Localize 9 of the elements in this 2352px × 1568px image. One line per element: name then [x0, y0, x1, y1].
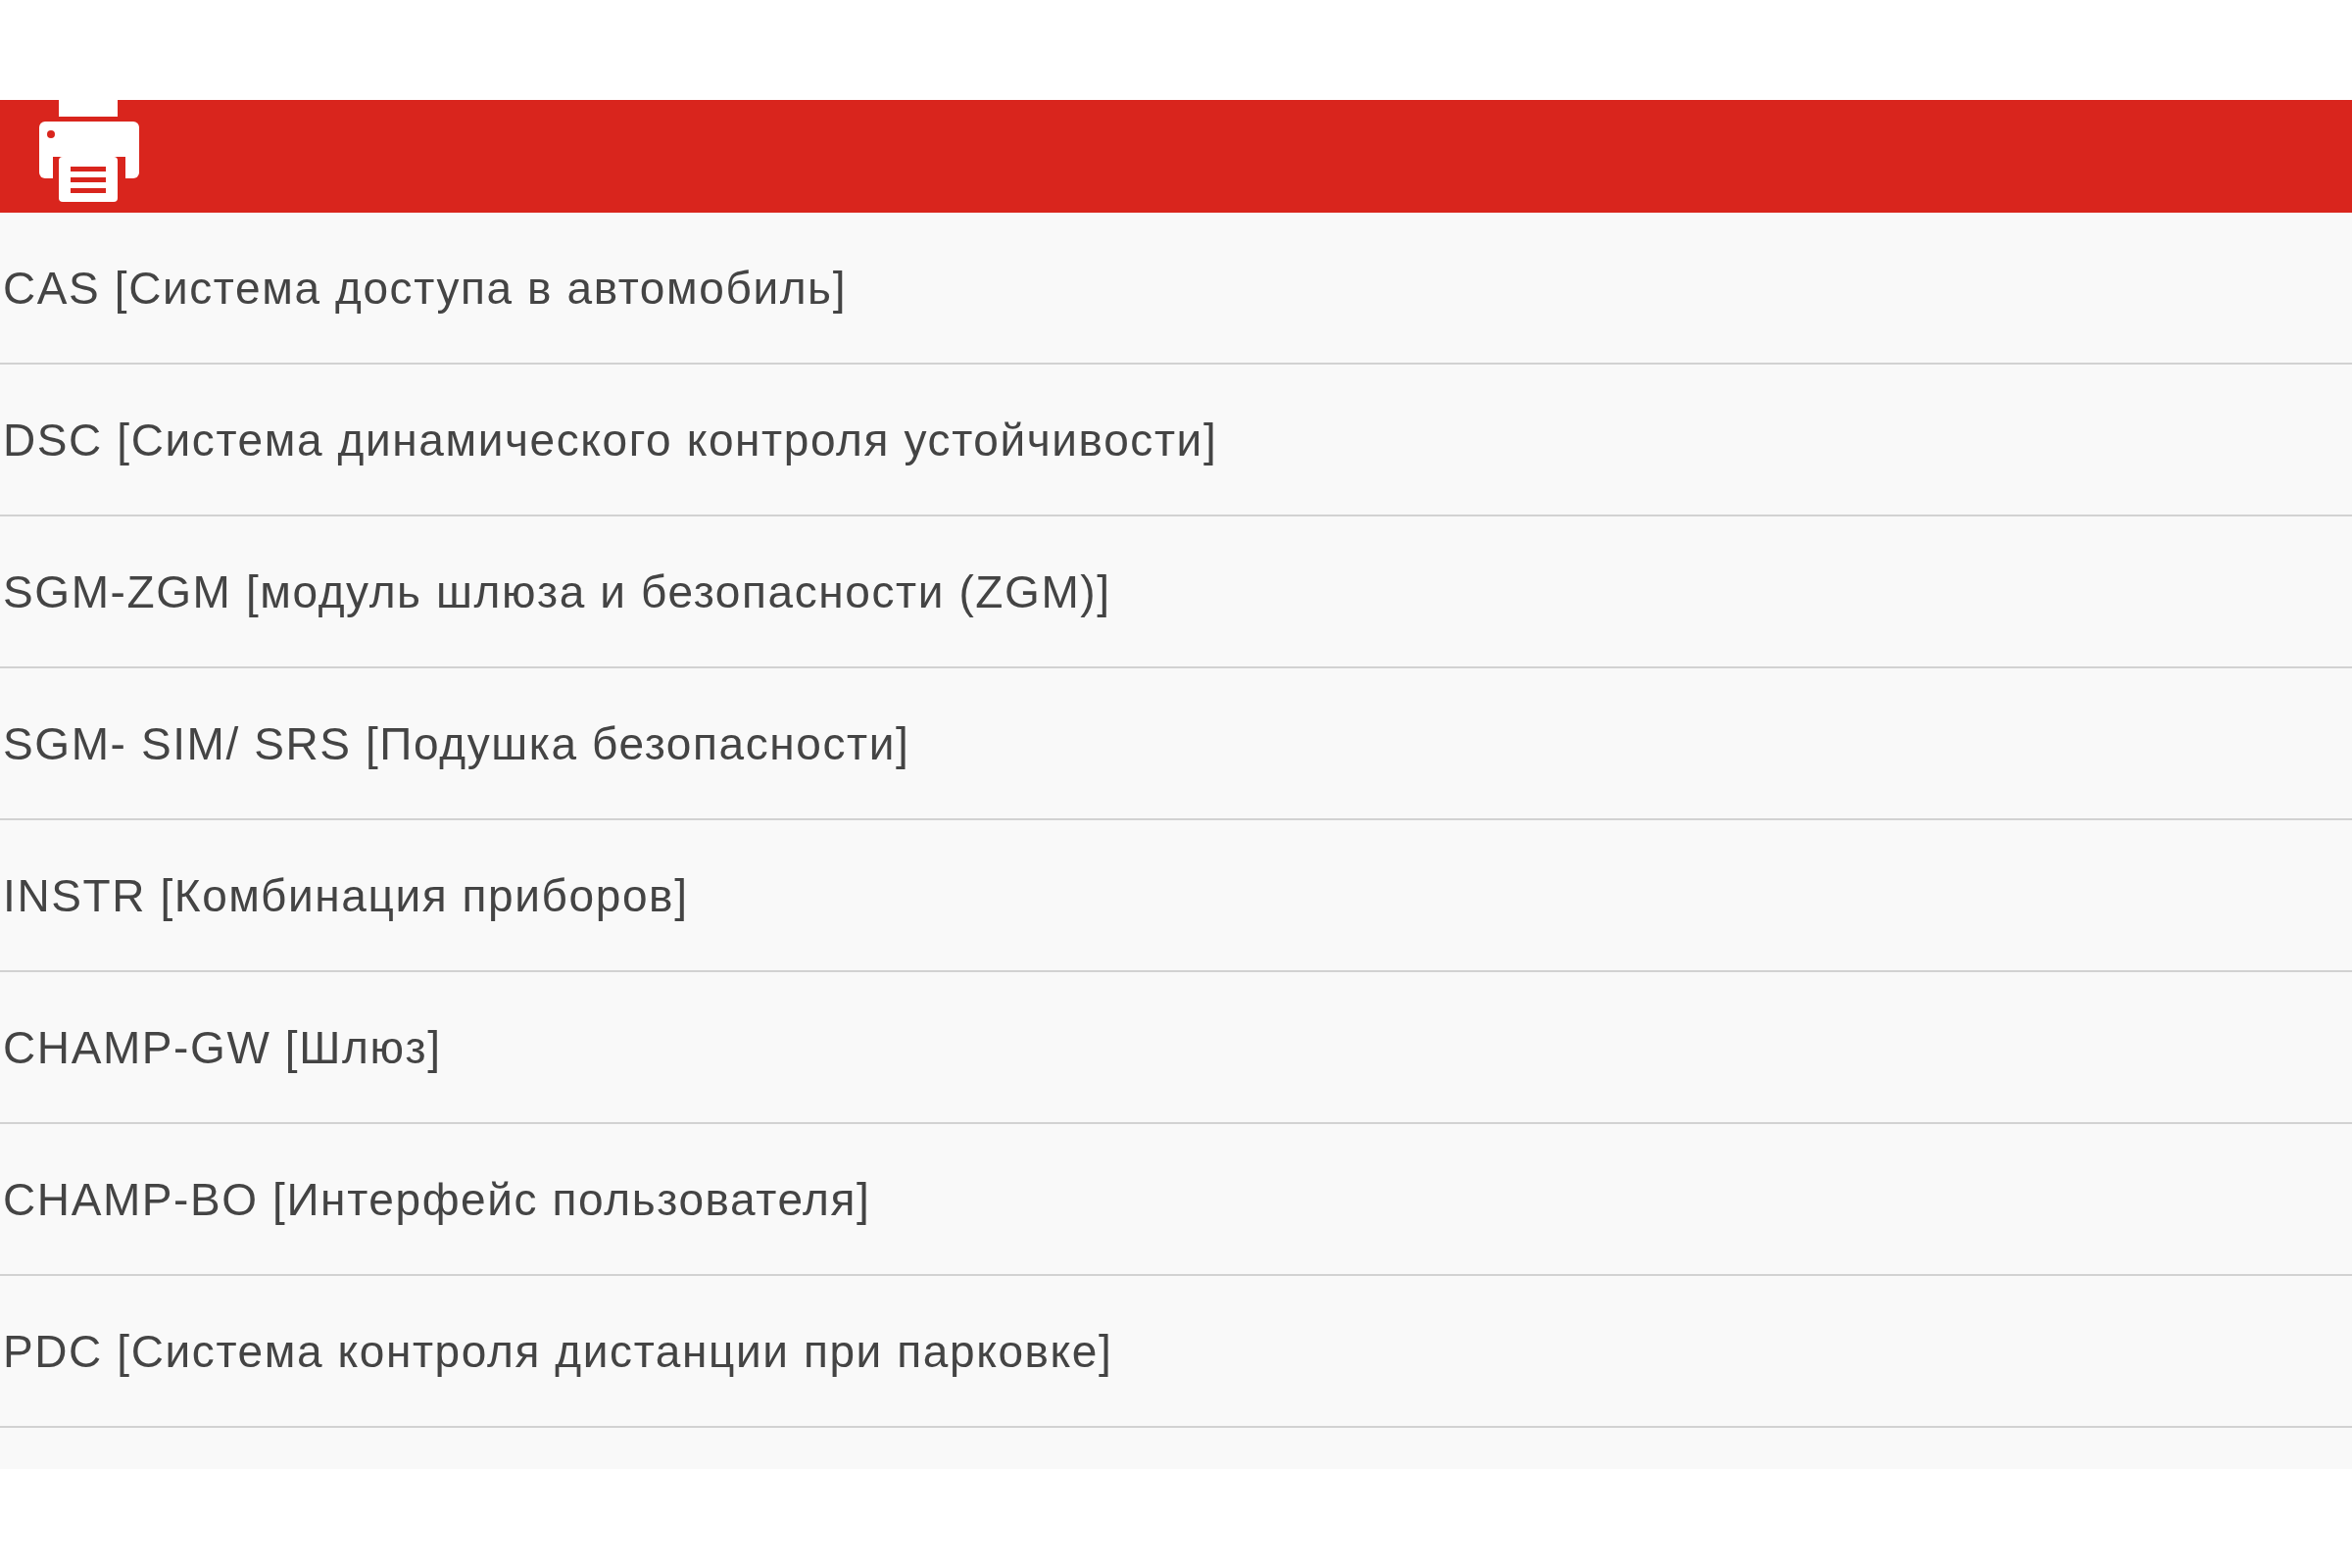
list-item[interactable]: SGM- SIM/ SRS [Подушка безопасности]: [0, 668, 2352, 820]
list-item[interactable]: INSTR [Комбинация приборов]: [0, 820, 2352, 972]
list-item[interactable]: PDC [Система контроля дистанции при парковке]: [0, 1276, 2352, 1428]
list-item[interactable]: DSC [Система динамического контроля устойчивости]: [0, 365, 2352, 516]
list-item[interactable]: SGM-ZGM [модуль шлюза и безопасности (ZGM)]: [0, 516, 2352, 668]
list-item[interactable]: CHAMP-BO [Интерфейс пользователя]: [0, 1124, 2352, 1276]
list-item[interactable]: CAS [Система доступа в автомобиль]: [0, 213, 2352, 365]
list-item[interactable]: CHAMP-GW [Шлюз]: [0, 972, 2352, 1124]
print-icon[interactable]: [39, 100, 139, 202]
